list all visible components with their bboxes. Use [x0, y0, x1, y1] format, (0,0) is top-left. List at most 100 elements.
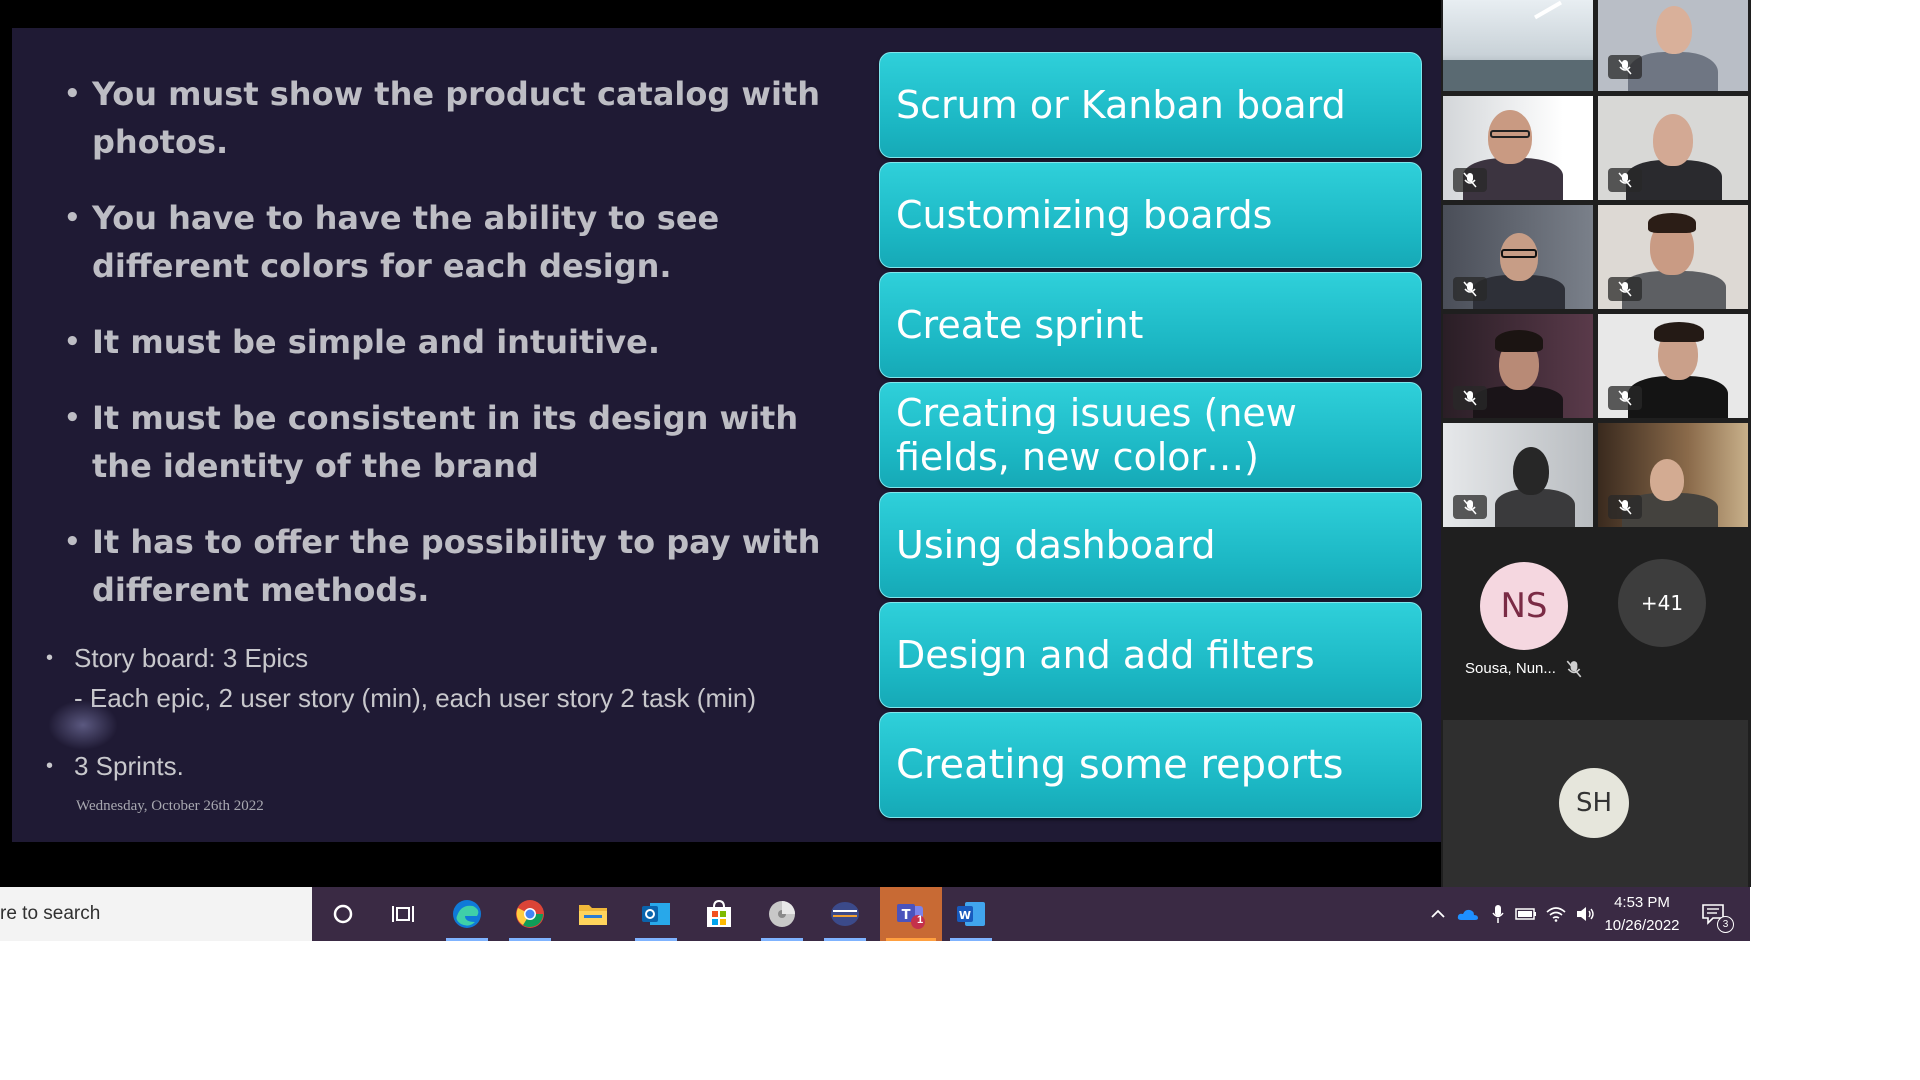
bullet-dot: •: [64, 327, 81, 357]
volume-icon[interactable]: [1572, 887, 1600, 941]
slide-small-bullet: • 3 Sprints.: [46, 746, 866, 786]
topic-box: Create sprint: [879, 272, 1422, 378]
mic-off-icon: [1618, 390, 1632, 406]
presentation-slide: • You must show the product catalog with…: [12, 28, 1441, 842]
mic-off-icon: [1618, 281, 1632, 297]
bullet-dot: •: [46, 647, 54, 669]
mic-off-icon: [1566, 660, 1582, 682]
topic-box: Using dashboard: [879, 492, 1422, 598]
hair: [1495, 330, 1543, 352]
bullet-dot: •: [46, 755, 54, 777]
more-participants-label: +41: [1640, 591, 1684, 615]
muted-mic-badge: [1608, 55, 1642, 79]
running-indicator: [950, 938, 992, 941]
person-head: [1650, 459, 1684, 501]
file-explorer-icon[interactable]: [566, 887, 620, 941]
teams-badge-count: 1: [917, 914, 924, 926]
bullet-dot: •: [64, 403, 81, 433]
slide-bullet: • It has to offer the possibility to pay…: [64, 518, 854, 614]
small-bullet-subtext: - Each epic, 2 user story (min), each us…: [74, 683, 756, 713]
running-indicator: [824, 938, 866, 941]
topic-label: Creating isuues (new fields, new color…): [896, 391, 1297, 479]
bullet-dot: •: [64, 203, 81, 233]
running-indicator: [446, 938, 488, 941]
muted-mic-badge: [1608, 168, 1642, 192]
topic-label: Customizing boards: [896, 193, 1273, 237]
participant-video-tile[interactable]: [1443, 0, 1593, 91]
person-head: [1513, 447, 1549, 495]
taskbar-search-box[interactable]: re to search: [0, 887, 312, 941]
topic-box: Creating some reports: [879, 712, 1422, 818]
teams-icon[interactable]: T 1: [880, 887, 942, 941]
mic-off-icon: [1463, 281, 1477, 297]
topic-box: Customizing boards: [879, 162, 1422, 268]
person-body: [1628, 376, 1728, 418]
running-indicator: [761, 938, 803, 941]
small-bullet-text: Story board: 3 Epics: [74, 643, 309, 673]
muted-mic-badge: [1608, 277, 1642, 301]
glasses: [1490, 130, 1530, 138]
notification-center-icon[interactable]: 3: [1693, 887, 1734, 941]
participant-video-tile[interactable]: [1598, 423, 1748, 527]
slide-bullet: • You have to have the ability to see di…: [64, 194, 854, 290]
more-participants-button[interactable]: +41: [1618, 559, 1706, 647]
wifi-icon[interactable]: [1542, 887, 1570, 941]
bullet-text: You have to have the ability to see diff…: [92, 199, 720, 285]
task-view-icon[interactable]: [376, 887, 430, 941]
mic-off-icon: [1618, 499, 1632, 515]
running-indicator: [635, 938, 677, 941]
windows-taskbar: re to search T 1 W 4:53 PM 10/26/2022 3: [0, 887, 1750, 941]
word-icon[interactable]: W: [944, 887, 998, 941]
battery-icon[interactable]: [1512, 887, 1540, 941]
outlook-icon[interactable]: [629, 887, 683, 941]
bullet-dot: •: [64, 79, 81, 109]
show-hidden-icons-chevron-icon[interactable]: [1427, 887, 1449, 941]
clock-time[interactable]: 4:53 PM: [1600, 894, 1684, 911]
participant-video-tile[interactable]: [1443, 423, 1593, 527]
app-disc-icon[interactable]: [755, 887, 809, 941]
hair: [1654, 322, 1704, 342]
topic-box: Scrum or Kanban board: [879, 52, 1422, 158]
person-head: [1653, 114, 1693, 166]
hair: [1648, 213, 1696, 233]
bullet-text: It has to offer the possibility to pay w…: [92, 523, 821, 609]
app-lines-icon[interactable]: [818, 887, 872, 941]
edge-icon[interactable]: [440, 887, 494, 941]
search-placeholder: re to search: [0, 903, 101, 924]
slide-date: Wednesday, October 26th 2022: [76, 798, 264, 814]
mic-off-icon: [1463, 390, 1477, 406]
onedrive-icon[interactable]: [1455, 887, 1481, 941]
participant-video-tile[interactable]: [1598, 314, 1748, 418]
avatar-initials: NS: [1500, 586, 1548, 626]
muted-mic-badge: [1453, 386, 1487, 410]
svg-text:T: T: [902, 908, 911, 923]
cortana-icon[interactable]: [316, 887, 370, 941]
topic-label: Design and add filters: [896, 633, 1315, 677]
microsoft-store-icon[interactable]: [692, 887, 746, 941]
participant-video-tile[interactable]: [1598, 205, 1748, 309]
microphone-icon[interactable]: [1486, 887, 1510, 941]
participant-video-tile[interactable]: [1598, 96, 1748, 200]
participant-avatar-ns[interactable]: NS: [1480, 562, 1568, 650]
person-head: [1656, 6, 1692, 54]
chrome-icon[interactable]: [503, 887, 557, 941]
participant-video-tile[interactable]: [1443, 96, 1593, 200]
running-indicator: [509, 938, 551, 941]
topic-label: Using dashboard: [896, 523, 1216, 567]
mic-off-icon: [1463, 499, 1477, 515]
glasses: [1501, 249, 1537, 258]
participant-tile-sh[interactable]: SH: [1443, 720, 1748, 887]
running-indicator: [886, 938, 936, 941]
participant-video-tile[interactable]: [1443, 314, 1593, 418]
mic-off-icon: [1463, 172, 1477, 188]
participant-video-tile[interactable]: [1443, 205, 1593, 309]
slide-small-bullet: • Story board: 3 Epics - Each epic, 2 us…: [46, 638, 866, 718]
topic-box: Design and add filters: [879, 602, 1422, 708]
participants-panel: NS Sousa, Nun... +41 SH: [1441, 0, 1751, 887]
participant-video-tile[interactable]: [1598, 0, 1748, 91]
topic-label: Create sprint: [896, 303, 1144, 347]
topic-label: Scrum or Kanban board: [896, 83, 1346, 127]
notification-count: 3: [1717, 916, 1734, 933]
slide-bullet: • You must show the product catalog with…: [64, 70, 854, 166]
clock-date[interactable]: 10/26/2022: [1600, 917, 1684, 934]
